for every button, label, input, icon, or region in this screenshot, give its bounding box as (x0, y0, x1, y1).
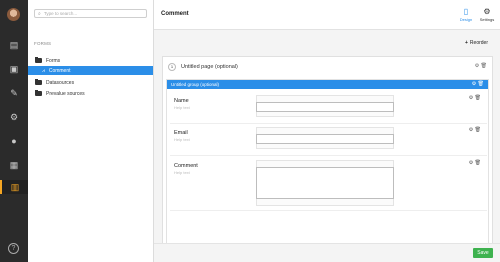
save-button[interactable]: Save (473, 248, 493, 258)
gear-icon[interactable]: ⚙ (469, 127, 473, 133)
question-help-text: Help text (174, 137, 190, 142)
form-page: 1 Untitled page (optional) ⚙ 🗑 Untitled … (162, 56, 493, 260)
question-label: Comment (174, 163, 198, 169)
trash-icon[interactable]: 🗑 (475, 95, 481, 101)
gear-icon: ⚙ (483, 7, 491, 16)
question-comment[interactable]: Comment Help text ⚙ 🗑 (170, 157, 487, 211)
question-email[interactable]: Email Help text ⚙ 🗑 (170, 124, 487, 156)
plus-icon: + (465, 40, 468, 46)
tree-item-label: Datasources (46, 79, 75, 86)
tree-item-label: Prevalue sources (46, 90, 85, 97)
tree-item-prevalue-sources[interactable]: Prevalue sources (28, 89, 153, 98)
question-preview (256, 95, 394, 117)
tree-item-label: Comment (48, 67, 71, 74)
question-label: Email (174, 130, 188, 136)
page-title[interactable]: Untitled page (optional) (181, 64, 238, 70)
form-name-input[interactable]: Comment (161, 9, 361, 19)
forms-icon[interactable]: ▦ (6, 158, 22, 172)
question-name[interactable]: Name Help text ⚙ 🗑 (170, 92, 487, 124)
question-label: Name (174, 98, 189, 104)
media-icon[interactable]: ▣ (6, 62, 22, 76)
question-help-text: Help text (174, 170, 190, 175)
page-actions: ⚙ 🗑 (475, 63, 487, 69)
gear-icon[interactable]: ⚙ (472, 81, 476, 87)
gear-icon[interactable]: ⚙ (6, 110, 22, 124)
trash-icon[interactable]: 🗑 (475, 127, 481, 133)
document-icon: ▯ (463, 7, 469, 16)
fieldset-group: Untitled group (optional) ⚙ 🗑 Name Help … (166, 79, 489, 260)
tab-label: Settings (479, 17, 495, 22)
trash-icon[interactable]: 🗑 (475, 160, 481, 166)
search-icon: ⌕ (38, 10, 41, 17)
tree-section-title: FORMS (34, 41, 52, 46)
tree-panel: ⌕ Type to search... FORMS Forms ⩘ Commen… (28, 0, 154, 262)
folder-icon (35, 57, 42, 63)
tree-item-datasources[interactable]: Datasources (28, 78, 153, 87)
settings-wrench-icon[interactable]: ✎ (6, 86, 22, 100)
tree-item-comment[interactable]: ⩘ Comment (28, 66, 153, 75)
reorder-label: Reorder (469, 40, 488, 46)
users-icon[interactable]: ● (6, 134, 22, 148)
group-title[interactable]: Untitled group (optional) (171, 82, 219, 87)
trash-icon[interactable]: 🗑 (478, 81, 484, 87)
tree-item-forms[interactable]: Forms (28, 56, 153, 65)
search-placeholder: Type to search... (43, 11, 78, 16)
tab-settings[interactable]: ⚙ Settings (478, 6, 496, 26)
form-designer-canvas: + Reorder 1 Untitled page (optional) ⚙ 🗑 … (154, 31, 500, 260)
question-actions: ⚙ 🗑 (469, 95, 481, 101)
search-input[interactable]: ⌕ Type to search... (34, 9, 147, 18)
question-actions: ⚙ 🗑 (469, 127, 481, 133)
content-icon[interactable]: ▤ (6, 38, 22, 52)
question-preview (256, 127, 394, 149)
question-help-text: Help text (174, 105, 190, 110)
tab-label: Design (459, 17, 473, 22)
group-header: Untitled group (optional) ⚙ 🗑 (167, 80, 488, 89)
user-avatar[interactable] (7, 8, 20, 21)
folder-icon (35, 79, 42, 85)
page-header: 1 Untitled page (optional) (168, 63, 238, 71)
editor-header: Comment ▯ Design ⚙ Settings (154, 0, 500, 30)
textarea-preview (256, 167, 394, 199)
reorder-button[interactable]: + Reorder (465, 40, 488, 46)
page-number-badge: 1 (168, 63, 176, 71)
help-icon[interactable]: ? (8, 243, 19, 254)
text-field-preview (256, 102, 394, 112)
tab-design[interactable]: ▯ Design (457, 6, 475, 26)
gear-icon[interactable]: ⚙ (469, 160, 473, 166)
editor-footer: Save (154, 243, 500, 262)
app-sidebar: ▤ ▣ ✎ ⚙ ● ▦ ▥ ? (0, 0, 28, 262)
form-icon: ⩘ (42, 67, 45, 74)
gear-icon[interactable]: ⚙ (469, 95, 473, 101)
question-actions: ⚙ 🗑 (469, 160, 481, 166)
contour-icon[interactable]: ▥ (0, 180, 28, 194)
tree-item-label: Forms (46, 57, 61, 64)
group-actions: ⚙ 🗑 (472, 81, 484, 87)
text-field-preview (256, 134, 394, 144)
trash-icon[interactable]: 🗑 (481, 63, 487, 69)
folder-icon (35, 90, 42, 96)
question-preview (256, 160, 394, 206)
gear-icon[interactable]: ⚙ (475, 63, 479, 69)
